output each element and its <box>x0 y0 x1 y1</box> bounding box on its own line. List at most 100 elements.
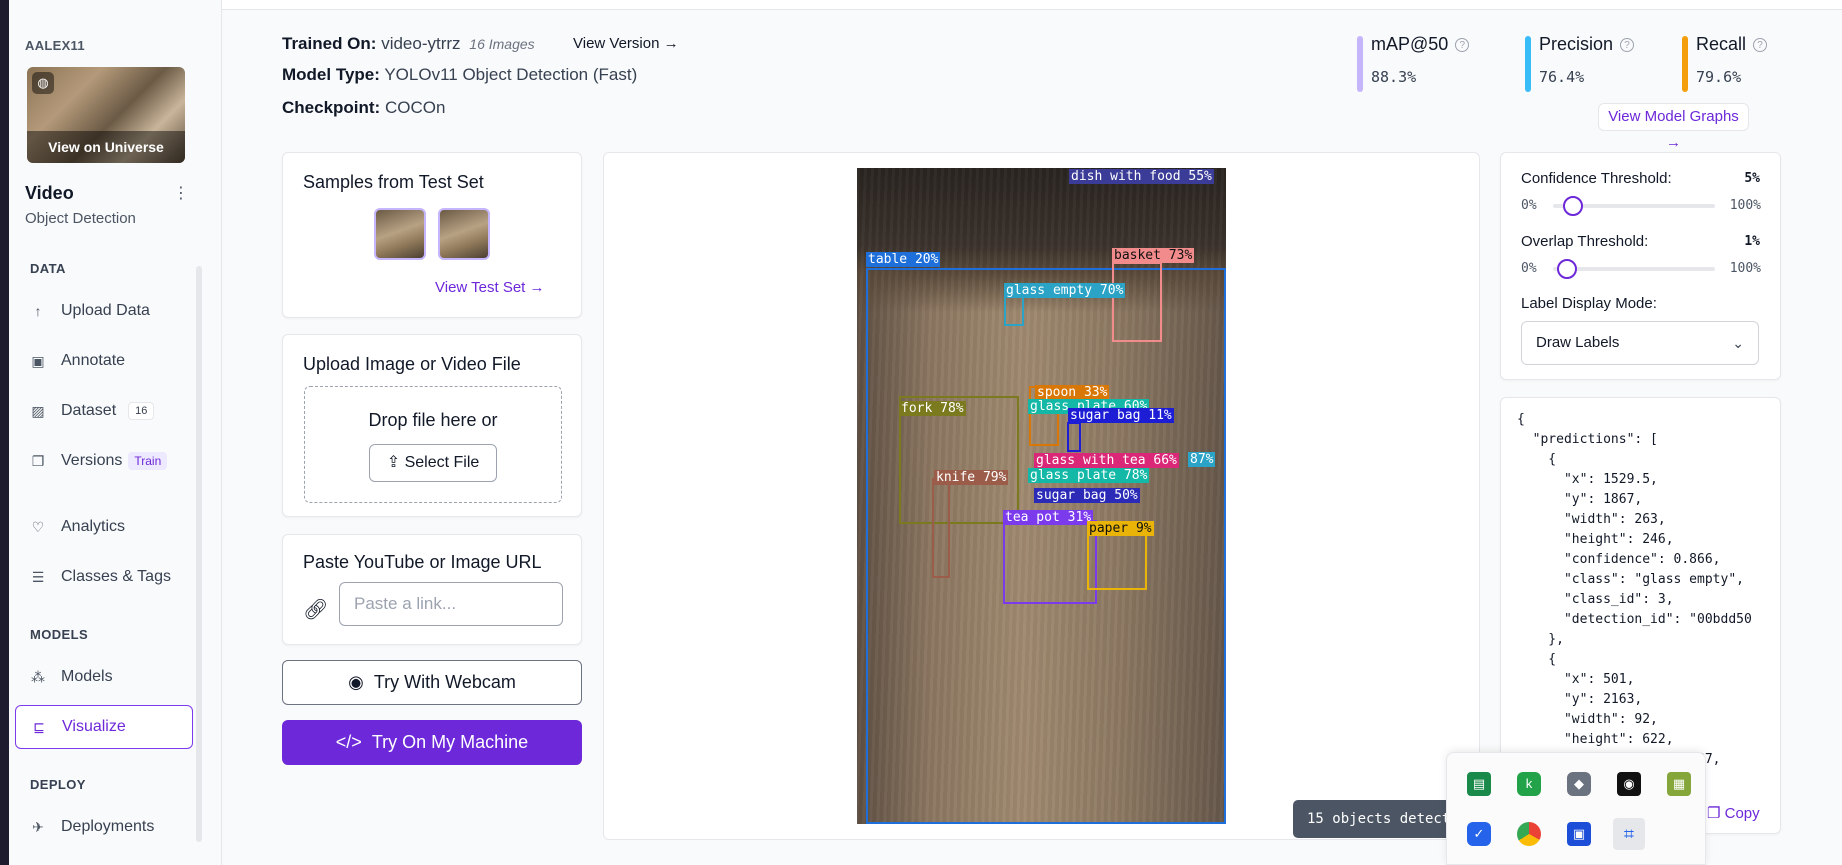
tray-app-icon[interactable]: ▦ <box>1667 772 1691 796</box>
trained-on-label: Trained On: <box>282 34 377 53</box>
json-output[interactable]: { "predictions": [ { "x": 1529.5, "y": 1… <box>1517 410 1752 770</box>
sidebar-item-label: Visualize <box>62 718 126 735</box>
defender-shield-icon[interactable]: ✓ <box>1467 822 1491 846</box>
detection-box-knife <box>932 478 950 578</box>
view-on-universe-link[interactable]: View on Universe <box>27 131 185 163</box>
model-type-row: Model Type: YOLOv11 Object Detection (Fa… <box>282 65 637 85</box>
sidebar-item-label: Dataset <box>61 402 117 419</box>
overlap-slider[interactable]: 0% 100% <box>1521 259 1761 279</box>
metric-value: 76.4% <box>1539 68 1585 86</box>
metric-name: Precision <box>1539 34 1614 54</box>
system-tray-popup: ▤ k ◆ ◉ ▦ ✓ ▣ ⌗ <box>1446 752 1706 865</box>
sidebar-item-dataset[interactable]: ▨ Dataset 16 <box>15 390 193 432</box>
slider-min: 0% <box>1521 261 1537 276</box>
kebab-menu-icon[interactable]: ⋮ <box>173 183 189 203</box>
window-edge <box>0 0 9 865</box>
model-type-value: YOLOv11 Object Detection (Fast) <box>384 65 638 84</box>
sidebar-item-deployments[interactable]: ✈ Deployments <box>15 806 193 848</box>
tray-app-icon[interactable]: k <box>1517 772 1541 796</box>
trained-on-row: Trained On: video-ytrrz 16 Images <box>282 34 535 54</box>
detection-label: sugar bag 50% <box>1034 488 1140 503</box>
project-thumbnail[interactable]: ◍ View on Universe <box>27 67 185 163</box>
copy-button[interactable]: ❐ Copy <box>1707 804 1760 822</box>
sidebar-item-label: Analytics <box>61 518 126 535</box>
display-mode-label: Label Display Mode: <box>1521 295 1657 312</box>
webcam-label: Try With Webcam <box>373 672 516 692</box>
checkpoint-value: COCOn <box>384 98 446 117</box>
file-dropzone[interactable]: Drop file here or ⇪ Select File <box>304 386 562 503</box>
machine-label: Try On My Machine <box>371 732 529 752</box>
slider-min: 0% <box>1521 198 1537 213</box>
train-badge: Train <box>128 452 168 470</box>
crop-icon[interactable]: ⌗ <box>1613 818 1645 850</box>
url-input[interactable] <box>339 582 563 626</box>
detection-label: glass plate 78% <box>1028 468 1150 483</box>
slider-handle[interactable] <box>1563 196 1583 216</box>
help-icon[interactable]: ? <box>1620 38 1635 53</box>
dataset-icon: ▨ <box>31 402 45 419</box>
project-name: Video <box>25 183 74 203</box>
sidebar-scrollbar[interactable] <box>196 266 202 842</box>
sidebar-item-annotate[interactable]: ▣ Annotate <box>15 340 193 382</box>
overlap-value: 1% <box>1744 234 1760 249</box>
tray-app-icon[interactable]: ◆ <box>1567 772 1591 796</box>
detection-box-basket <box>1112 262 1162 342</box>
detection-label: basket 73% <box>1112 248 1195 263</box>
detection-label: paper 9% <box>1087 521 1154 536</box>
select-file-button[interactable]: ⇪ Select File <box>369 444 497 482</box>
metric-name: mAP@50 <box>1371 34 1449 54</box>
globe-icon: ◍ <box>32 72 54 94</box>
workspace-name[interactable]: AALEX11 <box>25 38 85 53</box>
view-version-link[interactable]: View Version → <box>573 35 679 52</box>
deployments-icon: ✈ <box>32 818 44 835</box>
inference-image[interactable]: table 20% dish with food 55% basket 73% … <box>857 168 1226 824</box>
sidebar-item-analytics[interactable]: ♡ Analytics <box>15 506 193 548</box>
view-test-set-link[interactable]: View Test Set → <box>435 279 545 296</box>
detection-label: glass with tea 66% <box>1034 453 1179 468</box>
sample-thumbnail[interactable] <box>374 208 426 260</box>
help-icon[interactable]: ? <box>1455 38 1470 53</box>
display-mode-select[interactable]: Draw Labels ⌄ <box>1521 321 1759 365</box>
nvidia-icon[interactable]: ◉ <box>1617 772 1641 796</box>
detection-box-glass-empty <box>1004 296 1024 326</box>
chevron-down-icon: ⌄ <box>1732 335 1744 351</box>
analytics-icon: ♡ <box>31 518 45 535</box>
slider-handle[interactable] <box>1557 259 1577 279</box>
sidebar-item-models[interactable]: ⁂ Models <box>15 656 193 698</box>
sidebar-item-versions[interactable]: ❐ Versions Train <box>15 440 193 482</box>
upload-card: Upload Image or Video File Drop file her… <box>282 334 582 517</box>
visualize-icon: ⊑ <box>33 718 45 735</box>
models-icon: ⁂ <box>31 668 45 685</box>
detection-label: glass empty 70% <box>1004 283 1126 298</box>
help-icon[interactable]: ? <box>1753 38 1768 53</box>
metric-bar <box>1525 36 1531 92</box>
upload-icon: ⇪ <box>386 454 401 471</box>
detection-box-sugar-bag <box>1067 422 1081 452</box>
sidebar-item-visualize[interactable]: ⊑ Visualize <box>15 705 193 749</box>
link-icon: 🔗︎ <box>303 599 329 621</box>
checkpoint-row: Checkpoint: COCOn <box>282 98 445 118</box>
tray-app-icon[interactable]: ▤ <box>1467 772 1491 796</box>
sidebar-item-label: Versions <box>61 452 123 469</box>
drop-text: Drop file here or <box>368 410 498 430</box>
detection-box-tea-pot <box>1003 520 1097 604</box>
view-model-graphs-button[interactable]: View Model Graphs → <box>1598 103 1749 151</box>
try-webcam-button[interactable]: ◉ Try With Webcam <box>282 660 582 705</box>
metric-name: Recall <box>1696 34 1747 54</box>
annotate-icon: ▣ <box>31 352 45 369</box>
detection-label: table 20% <box>866 252 941 267</box>
sidebar-item-upload-data[interactable]: ↑ Upload Data <box>15 290 193 332</box>
chrome-icon[interactable] <box>1517 822 1541 846</box>
metric-bar <box>1682 36 1688 92</box>
metric-value: 79.6% <box>1696 68 1742 86</box>
samples-title: Samples from Test Set <box>303 172 484 192</box>
tray-app-icon[interactable]: ▣ <box>1567 822 1591 846</box>
try-on-machine-button[interactable]: </> Try On My Machine <box>282 720 582 765</box>
sample-thumbnail[interactable] <box>438 208 490 260</box>
confidence-slider[interactable]: 0% 100% <box>1521 196 1761 216</box>
display-mode-value: Draw Labels <box>1536 334 1620 351</box>
slider-track[interactable] <box>1553 267 1715 271</box>
samples-card: Samples from Test Set View Test Set → <box>282 152 582 318</box>
sidebar-item-label: Classes & Tags <box>61 568 171 585</box>
sidebar-item-classes-tags[interactable]: ☰ Classes & Tags <box>15 556 193 598</box>
